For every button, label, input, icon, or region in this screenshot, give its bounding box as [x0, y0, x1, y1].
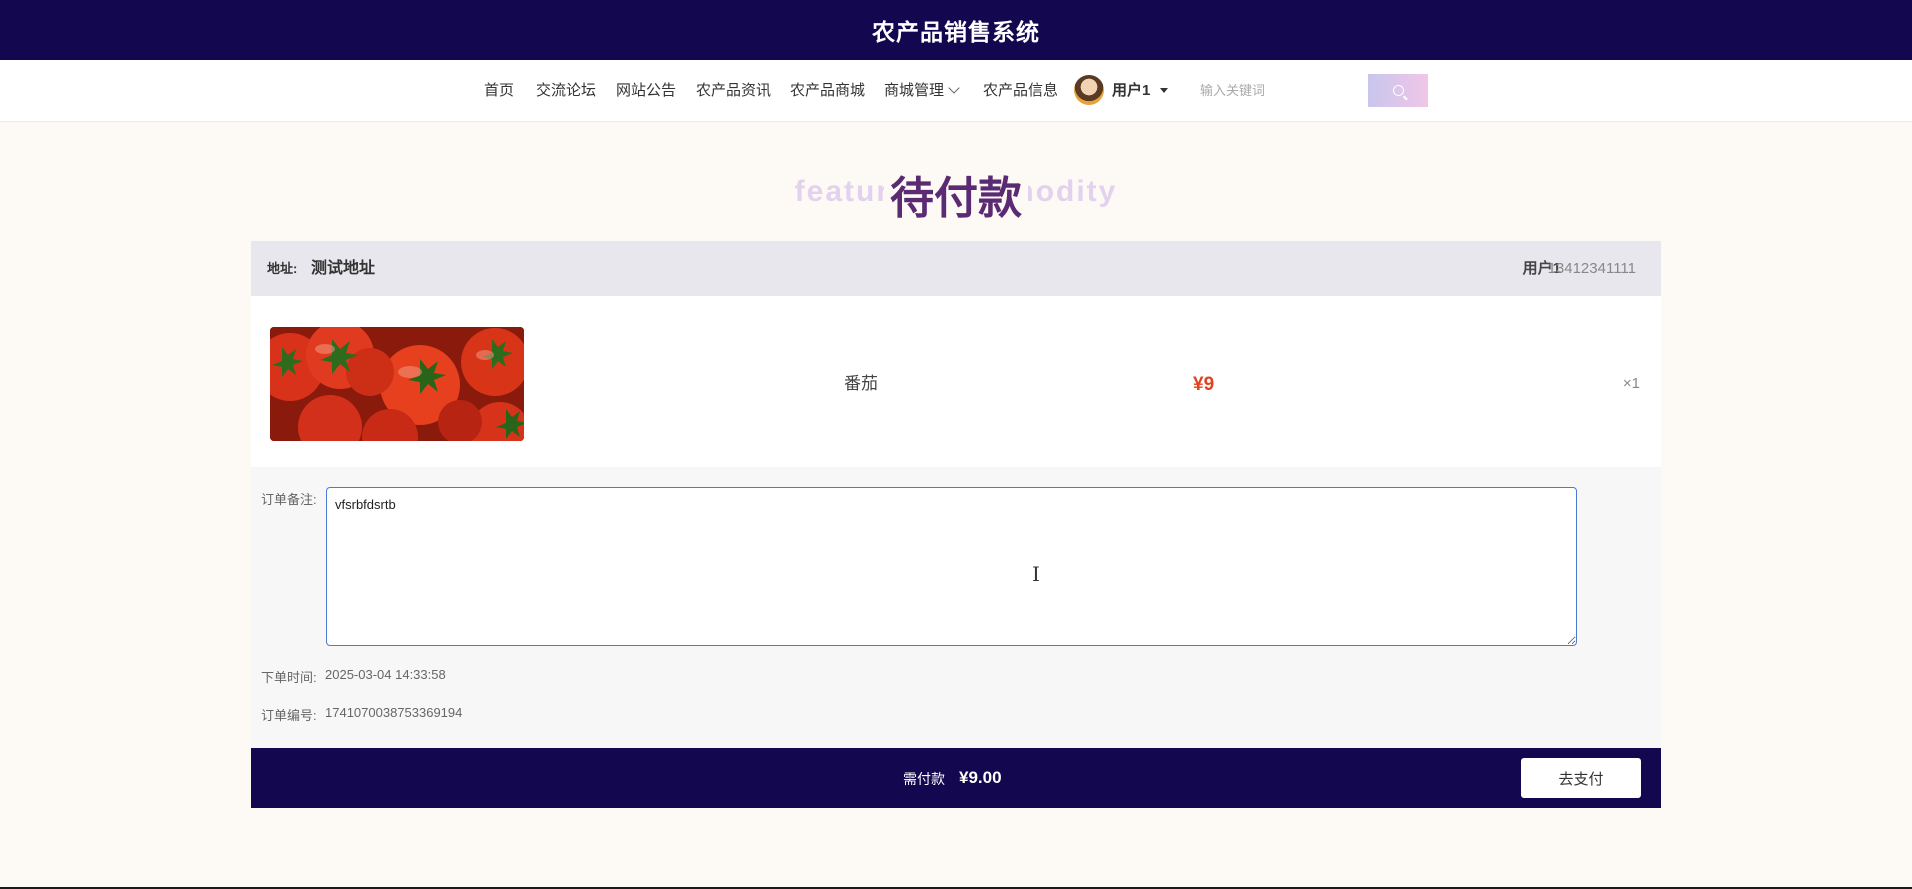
order-number-value: 1741070038753369194 — [325, 705, 463, 720]
nav-item-shop-management[interactable]: 商城管理 — [884, 60, 960, 121]
order-details: 订单备注: vfsrbfdsrtb 下单时间: 2025-03-04 14:33… — [251, 467, 1661, 748]
search-button[interactable] — [1368, 74, 1428, 107]
order-time-label: 下单时间: — [261, 670, 317, 685]
search-input[interactable] — [1188, 74, 1368, 107]
product-image — [270, 327, 524, 441]
product-name: 番茄 — [844, 374, 878, 393]
nav-item-forum[interactable]: 交流论坛 — [536, 60, 596, 121]
order-note-textarea[interactable]: vfsrbfdsrtb — [326, 487, 1577, 646]
nav-item-product-info[interactable]: 农产品信息 — [983, 60, 1058, 121]
nav-item-shop[interactable]: 农产品商城 — [790, 60, 865, 121]
product-row: 番茄 ¥9 ×1 — [251, 296, 1661, 468]
nav-bar: 首页 交流论坛 网站公告 农产品资讯 农产品商城 商城管理 农产品信息 — [0, 60, 1912, 122]
avatar[interactable] — [1074, 75, 1104, 105]
address-value: 测试地址 — [311, 260, 376, 277]
page-title-text: 待付款 — [884, 174, 1028, 223]
site-title: 农产品销售系统 — [872, 19, 1040, 45]
chevron-down-icon — [948, 82, 960, 94]
product-price: ¥9 — [1193, 374, 1215, 395]
payment-due-amount: ¥9.00 — [959, 768, 1002, 787]
nav-item-label: 商城管理 — [884, 82, 945, 99]
order-number-label: 订单编号: — [261, 708, 317, 723]
payment-due-label: 需付款 — [903, 771, 945, 787]
top-header: 农产品销售系统 — [0, 0, 1912, 60]
nav-item-announcements[interactable]: 网站公告 — [616, 60, 676, 121]
recipient-phone: 13412341111 — [1547, 260, 1636, 277]
address-bar: 地址: 测试地址 用户1 13412341111 — [251, 241, 1661, 296]
nav-item-home[interactable]: 首页 — [484, 60, 514, 121]
page-title: 待付款 — [0, 162, 1912, 226]
pay-button[interactable]: 去支付 — [1521, 758, 1641, 798]
tomatoes-image — [270, 327, 524, 441]
nav-item-news[interactable]: 农产品资讯 — [696, 60, 771, 121]
search-icon — [1392, 85, 1404, 96]
caret-down-icon[interactable] — [1160, 88, 1168, 93]
order-note-label: 订单备注: — [261, 492, 317, 507]
order-time-value: 2025-03-04 14:33:58 — [325, 667, 446, 682]
text-cursor-icon: I — [1032, 562, 1040, 586]
product-quantity: ×1 — [1622, 375, 1640, 392]
user-menu-name[interactable]: 用户1 — [1112, 60, 1150, 121]
address-label: 地址: — [267, 261, 298, 276]
payment-bar: 需付款 ¥9.00 去支付 — [251, 748, 1661, 808]
